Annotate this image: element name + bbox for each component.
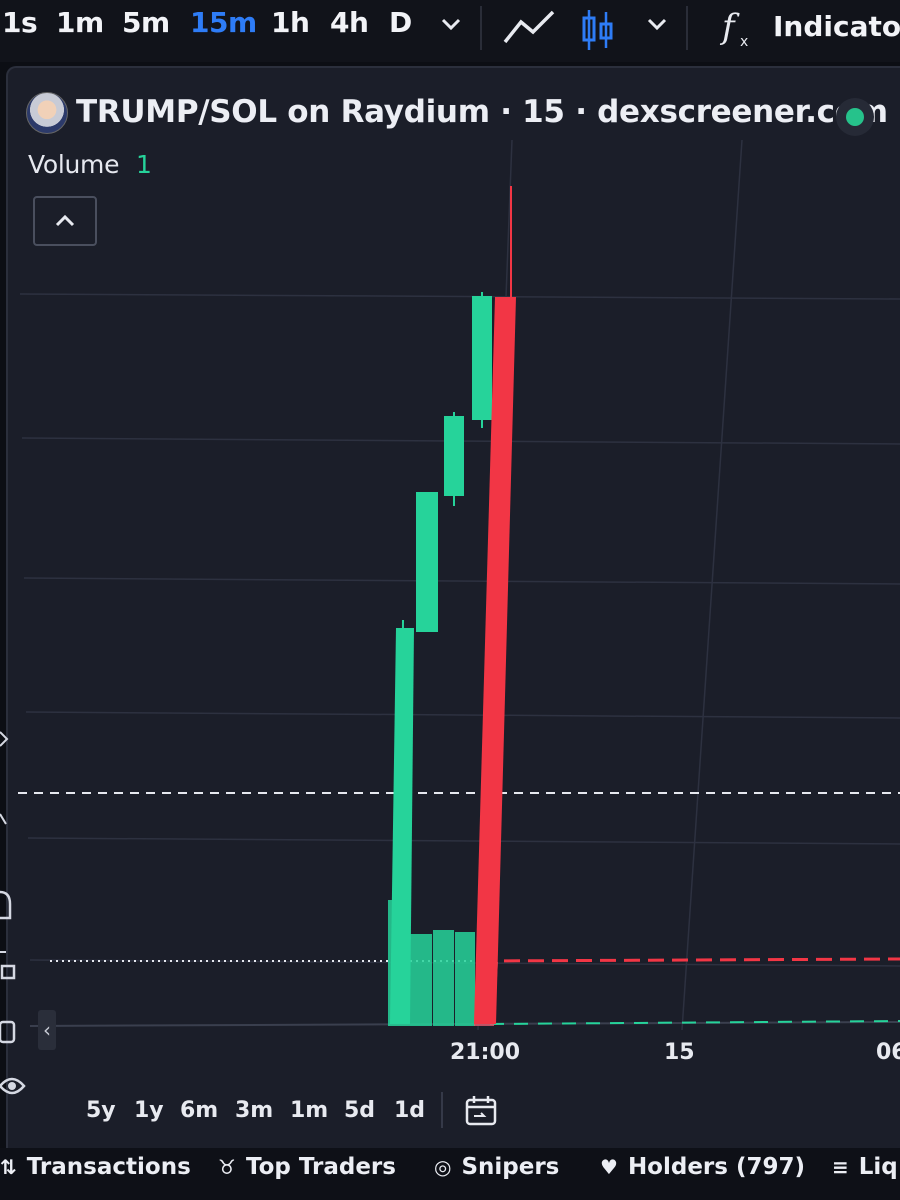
zoom-tool-icon[interactable] [0,812,8,828]
tab-label: Top Traders [245,1154,396,1180]
collapse-sidebar-button[interactable]: ‹ [38,1010,56,1050]
range-6m-button[interactable]: 6m [180,1098,218,1123]
range-divider [441,1092,443,1128]
candle-up [472,296,492,420]
candle-up [416,492,438,632]
tab-top-traders[interactable]: ♉ Top Traders [218,1154,396,1180]
list-icon: ≡ [832,1155,849,1179]
range-5y-button[interactable]: 5y [86,1098,116,1123]
range-3m-button[interactable]: 3m [235,1098,273,1123]
range-5d-button[interactable]: 5d [344,1098,375,1123]
tab-transactions[interactable]: ⇅ Transactions [0,1154,191,1180]
heart-icon: ♥ [600,1155,618,1179]
target-icon: ◎ [434,1155,452,1179]
volume-bar [455,932,475,1026]
token-avatar [26,92,68,134]
calendar-goto-icon[interactable] [464,1094,500,1128]
chevron-up-icon [55,214,75,227]
collapse-legend-button[interactable] [33,196,97,246]
eye-icon[interactable] [0,1066,26,1106]
trophy-icon: ♉ [218,1155,236,1179]
lock-tool-icon[interactable] [0,948,18,984]
range-1y-button[interactable]: 1y [134,1098,164,1123]
tab-liquidity[interactable]: ≡ Liq [832,1154,898,1180]
current-price-line-red [479,957,900,963]
chart-title: TRUMP/SOL on Raydium · 15 · dexscreener.… [76,94,888,130]
candle-up [444,416,464,496]
range-1m-button[interactable]: 1m [290,1098,328,1123]
tab-snipers[interactable]: ◎ Snipers [434,1154,559,1180]
tab-label: Liq [858,1154,898,1180]
grid-lines [19,139,900,1031]
tab-label: Holders (797) [627,1154,806,1180]
live-status-indicator [836,98,874,136]
candles [390,186,516,1024]
volume-indicator-value: 1 [136,150,152,179]
hide-tool-icon[interactable] [0,1012,18,1046]
time-axis-label: 15 [664,1040,695,1065]
volume-bar [410,934,432,1026]
time-axis-label: 21:00 [450,1040,521,1065]
price-chart[interactable] [0,0,900,1200]
volume-indicator-label[interactable]: Volume [28,150,119,179]
tab-label: Snipers [461,1154,560,1180]
arrow-tool-icon[interactable] [0,728,12,750]
tab-holders[interactable]: ♥ Holders (797) [600,1154,805,1180]
range-1d-button[interactable]: 1d [394,1098,425,1123]
time-axis-label: 06 [876,1040,900,1065]
magnet-tool-icon[interactable] [0,888,14,922]
candle-up [390,628,414,1024]
volume-bar [433,930,454,1026]
status-dot-icon [846,108,864,126]
transactions-icon: ⇅ [0,1155,17,1179]
tab-label: Transactions [26,1154,191,1180]
